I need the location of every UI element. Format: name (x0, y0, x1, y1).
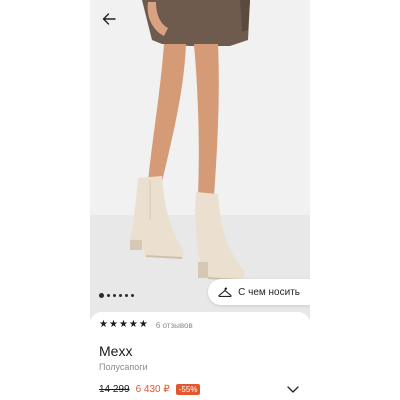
star-icon: ★ (138, 319, 148, 330)
star-icon: ★ (108, 319, 118, 330)
rating[interactable]: ★ ★ ★ ★ ★ 6 отзывов (99, 320, 193, 330)
product-info-card: ★ ★ ★ ★ ★ 6 отзывов Mexx Полусапоги 14 2… (90, 312, 310, 400)
rating-stars: ★ ★ ★ ★ ★ (99, 320, 148, 330)
current-price: 6 430 ₽ (135, 384, 170, 395)
pagination-dot[interactable] (131, 294, 134, 297)
arrow-left-icon (102, 13, 116, 25)
price-row: 14 299 6 430 ₽ -55% (99, 384, 201, 395)
star-icon: ★ (99, 319, 108, 330)
wear-with-button[interactable]: С чем носить (208, 279, 310, 305)
star-icon: ★ (118, 319, 128, 330)
pagination-dot[interactable] (107, 294, 110, 297)
pagination-dot[interactable] (125, 294, 128, 297)
pagination-dot[interactable] (113, 294, 116, 297)
product-image (90, 0, 310, 318)
gallery-pagination (99, 293, 134, 298)
product-photo[interactable]: С чем носить (90, 0, 310, 318)
hanger-icon (218, 287, 232, 297)
product-category: Полусапоги (99, 362, 148, 372)
old-price: 14 299 (99, 384, 130, 395)
discount-badge: -55% (175, 384, 201, 395)
star-icon: ★ (128, 319, 138, 330)
back-button[interactable] (98, 8, 120, 30)
chevron-down-icon[interactable] (286, 382, 300, 396)
brand-name[interactable]: Mexx (99, 343, 132, 359)
wear-with-label: С чем носить (238, 286, 300, 298)
pagination-dot[interactable] (119, 294, 122, 297)
pagination-dot[interactable] (99, 293, 104, 298)
reviews-count[interactable]: 6 отзывов (156, 321, 193, 330)
product-screen: С чем носить ★ ★ ★ ★ ★ 6 отзывов Mexx По… (90, 0, 310, 400)
